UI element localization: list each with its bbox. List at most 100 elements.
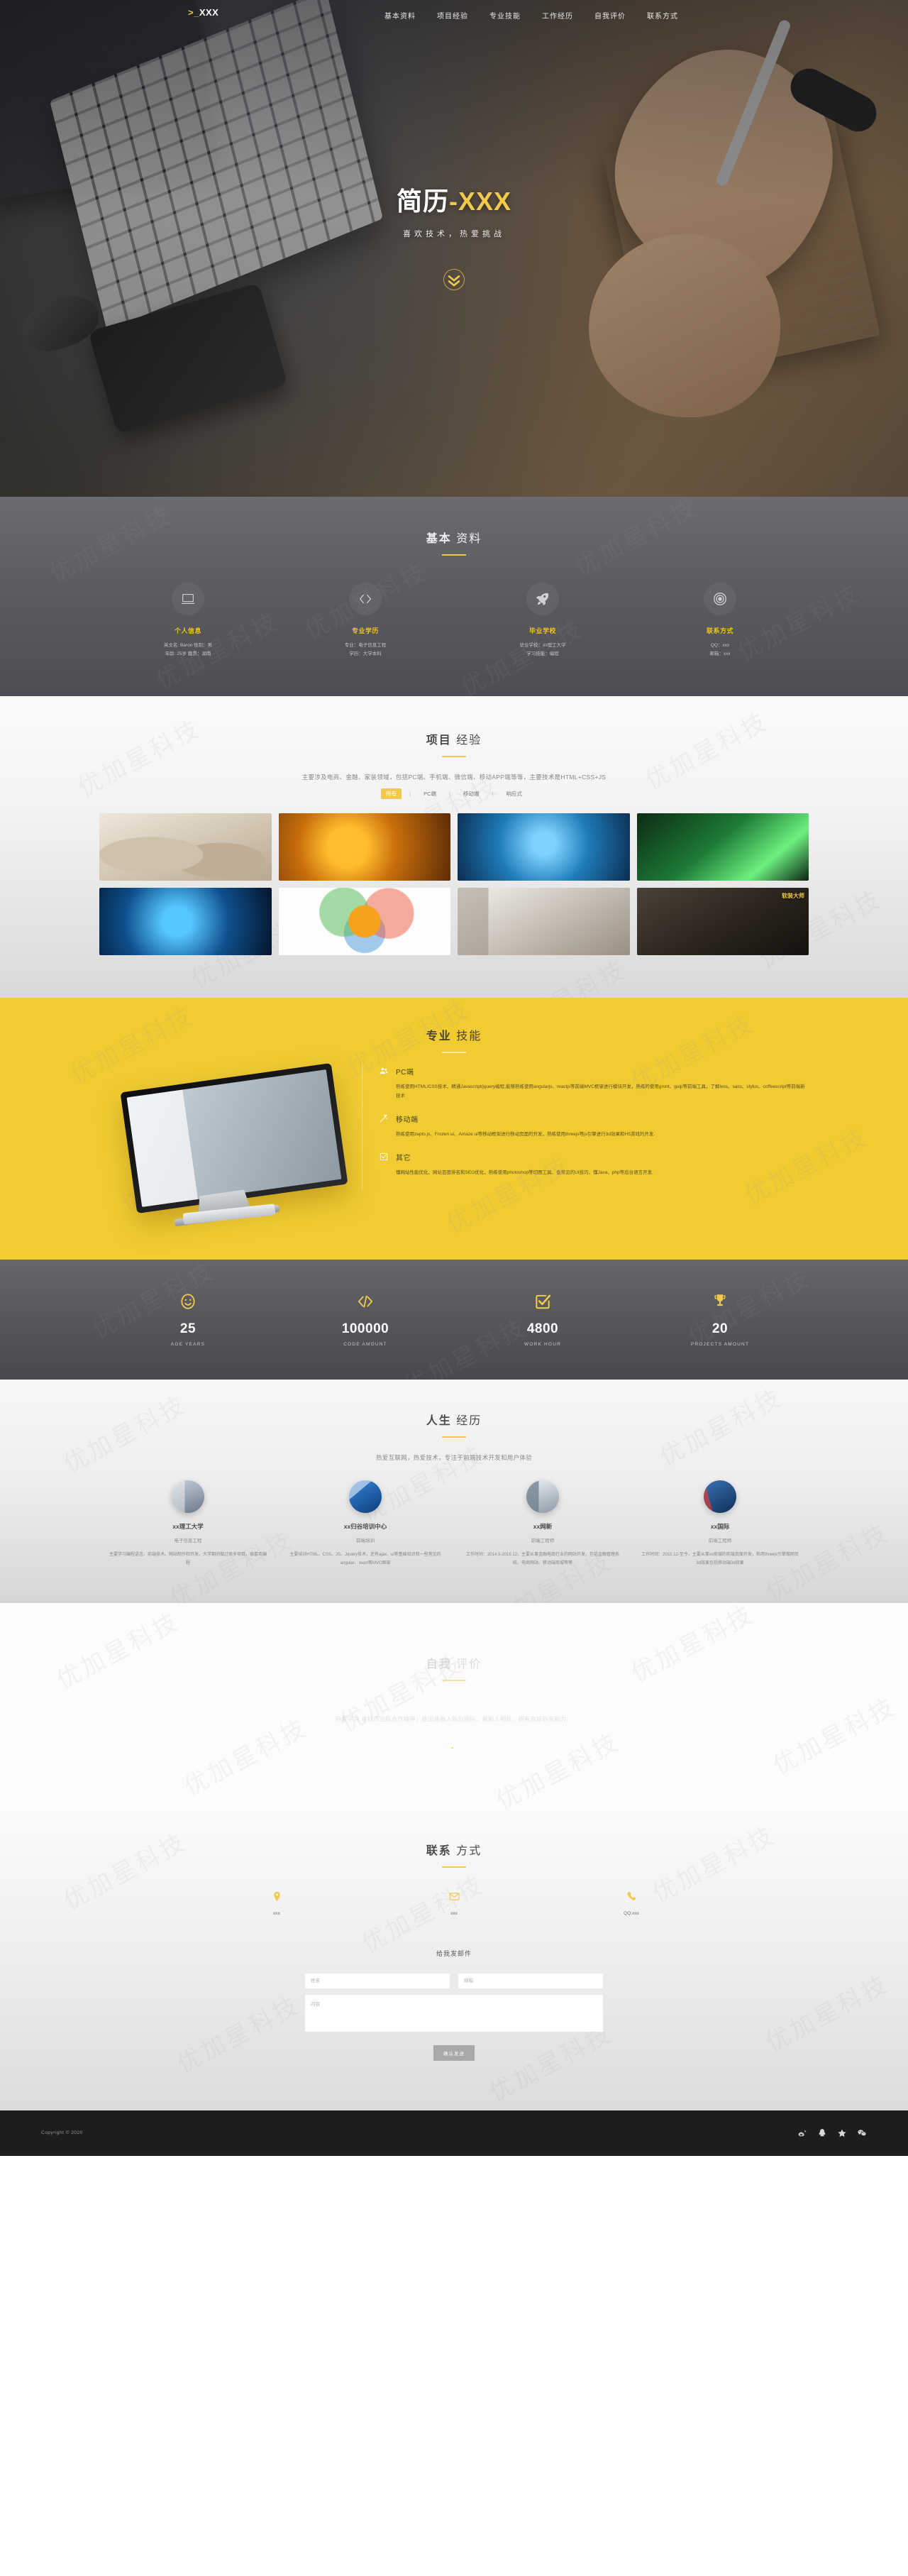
- filter-all[interactable]: 所有: [381, 788, 402, 799]
- filter-mobile[interactable]: 移动端: [458, 788, 485, 799]
- basic-item-line1: QQ：xxx: [710, 643, 730, 648]
- nav-item-selfeval[interactable]: 自我评价: [593, 7, 627, 23]
- timeline-role: 电子信息工程: [174, 1538, 202, 1543]
- contact-value: QQ:xxx: [624, 1910, 639, 1916]
- counter-age: 25 AGE YEARS: [99, 1291, 277, 1347]
- check-square-icon: [454, 1291, 631, 1312]
- basic-item-contact[interactable]: 联系方式 QQ：xxx 邮箱：xxx: [631, 583, 809, 659]
- name-input[interactable]: [305, 1973, 450, 1988]
- section-header: 自我 评价: [99, 1654, 809, 1681]
- skills-illustration: [99, 1062, 362, 1227]
- counter-projects: 20 PROJECTS AMOUNT: [631, 1291, 809, 1347]
- timeline-description: 工作时间：2015.12-至今，主要从事xx商城的前端页面开发，和用threej…: [641, 1552, 799, 1565]
- page-title: 自我 评价: [99, 1654, 809, 1671]
- basic-item-details: 英文名: Baron 性别：男 年龄: 25岁 籍贯：湖南: [99, 642, 277, 659]
- project-card[interactable]: [99, 813, 272, 881]
- basic-item-line1: 英文名: Baron 性别：男: [163, 643, 213, 648]
- basic-item-details: 专业：电子信息工程 学历：大学本科: [277, 642, 454, 659]
- contact-methods: xxx xxx QQ:xxx: [99, 1889, 809, 1916]
- basic-item-line2: 学历：大学本科: [349, 651, 382, 657]
- project-card[interactable]: [278, 887, 450, 955]
- timeline-description: 工作时间：2014.5-2015.12，主要从事金融电商行业的网站开发，包括金融…: [465, 1552, 620, 1565]
- contact-form: 确认发送: [305, 1973, 603, 2061]
- timeline-title: xx国际: [710, 1522, 730, 1530]
- carousel-dots[interactable]: •: [99, 1745, 809, 1751]
- message-textarea[interactable]: [305, 1994, 603, 2032]
- nav-item-basic[interactable]: 基本资料: [383, 7, 417, 23]
- project-card[interactable]: [278, 813, 450, 881]
- page-footer: Copyright © 2020: [0, 2110, 908, 2156]
- email-input[interactable]: [458, 1973, 603, 1988]
- star-icon[interactable]: [836, 2128, 847, 2138]
- page-title: 人生 经历: [99, 1411, 809, 1428]
- nav-item-contact[interactable]: 联系方式: [646, 7, 680, 23]
- nav-item-work[interactable]: 工作经历: [541, 7, 575, 23]
- timeline-photo: [349, 1480, 382, 1513]
- nav-item-skills[interactable]: 专业技能: [488, 7, 522, 23]
- timeline-item: xx网新 前端工程师 工作时间：2014.5-2015.12，主要从事金融电商行…: [454, 1480, 631, 1568]
- basic-item-title: 毕业学校: [528, 627, 556, 634]
- projects-grid: 软装大师: [99, 813, 809, 955]
- title-underline: [442, 1436, 466, 1438]
- project-card[interactable]: 软装大师: [636, 887, 809, 955]
- contact-value: xxx: [273, 1910, 280, 1916]
- page-title: 专业 技能: [99, 1026, 809, 1043]
- timeline-photo: [526, 1480, 559, 1513]
- basic-item-education[interactable]: 专业学历 专业：电子信息工程 学历：大学本科: [277, 583, 454, 659]
- project-card[interactable]: [99, 887, 272, 955]
- skill-description: 熟练使用HTML/CSS技术、精通Javascript/jquery编程,能够熟…: [396, 1084, 805, 1099]
- hero-title: 简历-XXX: [0, 181, 908, 218]
- projects-section: 优加星科技 优加星科技 优加星科技 优加星科技 优加星科技 优加星科技 项目 经…: [0, 695, 908, 998]
- filter-responsive[interactable]: 响应式: [501, 788, 527, 799]
- qq-icon[interactable]: [816, 2128, 827, 2138]
- footer-inner: Copyright © 2020: [35, 2128, 873, 2138]
- project-card[interactable]: [636, 813, 809, 881]
- timeline-role: 前端培训: [356, 1538, 375, 1543]
- counter-value: 4800: [526, 1321, 559, 1336]
- contact-address: xxx: [245, 1889, 309, 1916]
- basic-item-title: 个人信息: [174, 627, 201, 634]
- project-card[interactable]: [458, 813, 630, 881]
- section-header: 人生 经历 热爱互联网，热爱技术，专注于前端技术开发和用户体验: [99, 1411, 809, 1462]
- map-pin-icon: [245, 1889, 309, 1905]
- counter-label: CODE AMOUNT: [343, 1341, 387, 1347]
- section-description: 主要涉及电商、金融、家装领域，包括PC端、手机端、微信端、移动APP端等等，主要…: [301, 773, 607, 781]
- basic-item-title: 联系方式: [706, 627, 733, 634]
- timeline-role: 前端工程师: [708, 1538, 732, 1543]
- counters-section: 优加星科技 优加星科技 优加星科技 25 AGE YEARS 100000 CO…: [0, 1259, 908, 1380]
- section-header: 联系 方式: [99, 1841, 809, 1868]
- nav-item-projects[interactable]: 项目经验: [436, 7, 470, 23]
- skills-layout: PC端 熟练使用HTML/CSS技术、精通Javascript/jquery编程…: [99, 1062, 809, 1227]
- section-header: 基本 资料: [99, 529, 809, 556]
- basic-item-school[interactable]: 毕业学校 毕业学校：xx理工大学 学习技能：编程: [454, 583, 631, 659]
- timeline-title: xx网新: [533, 1522, 553, 1530]
- chevron-double-down-icon[interactable]: [443, 269, 465, 290]
- counter-value: 20: [712, 1321, 729, 1336]
- rocket-icon: [526, 583, 559, 615]
- self-evaluation-section: 优加星科技 优加星科技 优加星科技 优加星科技 优加星科技 优加星科技 自我 评…: [0, 1602, 908, 1810]
- counter-value: 100000: [341, 1321, 389, 1336]
- counter-label: AGE YEARS: [170, 1341, 206, 1347]
- wechat-icon[interactable]: [856, 2128, 867, 2138]
- counter-workhour: 4800 WORK HOUR: [454, 1291, 631, 1347]
- counter-label: PROJECTS AMOUNT: [690, 1341, 750, 1347]
- users-icon: [378, 1066, 389, 1077]
- filter-separator: |: [492, 790, 494, 797]
- hero-section: >_XXX 基本资料 项目经验 专业技能 工作经历 自我评价 联系方式 简历-X…: [0, 0, 908, 497]
- imac-screen-decor: [126, 1069, 342, 1207]
- basic-item-line1: 毕业学校：xx理工大学: [519, 643, 566, 648]
- weibo-icon[interactable]: [797, 2128, 807, 2138]
- form-row-top: [305, 1973, 603, 1988]
- basic-item-title: 专业学历: [351, 627, 379, 634]
- skill-header: PC端: [378, 1066, 809, 1077]
- basic-item-line1: 专业：电子信息工程: [344, 643, 387, 648]
- timeline-description: 主要培训HTML、CSS、JS、Jquery技术，还有ajax、ui等基础知识和…: [289, 1552, 441, 1565]
- basic-item-personal[interactable]: 个人信息 英文名: Baron 性别：男 年龄: 25岁 籍贯：湖南: [99, 583, 277, 659]
- contact-section: 优加星科技 优加星科技 优加星科技 优加星科技 优加星科技 优加星科技 联系 方…: [0, 1809, 908, 2110]
- basic-item-line2: 邮箱：xxx: [709, 651, 731, 657]
- skill-description: 熟练使用zepto.js、Frozen ui、Amaze ui等移动框架进行移动…: [396, 1131, 655, 1137]
- project-card[interactable]: [458, 887, 630, 955]
- submit-button[interactable]: 确认发送: [433, 2044, 475, 2061]
- site-logo[interactable]: >_XXX: [188, 7, 218, 18]
- filter-pc[interactable]: PC端: [419, 788, 441, 799]
